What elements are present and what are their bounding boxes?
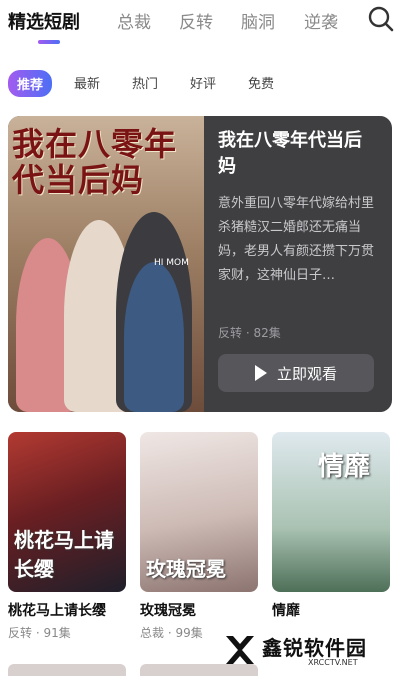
tab-featured[interactable]: 精选短剧 [8,8,80,34]
poster-title-art: 我在八零年代当后妈 [12,125,178,199]
poster-title-art: 情靡 [318,452,371,482]
category-tabs: 精选短剧 总裁 反转 脑洞 逆袭 [0,0,400,52]
filter-latest[interactable]: 最新 [74,73,100,92]
watermark: 鑫锐软件园 XRCCTV.NET [222,630,398,674]
filter-bar: 推荐 最新 热门 好评 免费 [0,70,400,100]
search-icon [368,6,394,32]
watermark-logo-icon [226,636,254,664]
drama-poster[interactable]: 玫瑰冠冕 [140,432,258,592]
drama-tile[interactable]: 玫瑰冠冕 玫瑰冠冕 总裁 · 99集 [140,432,258,641]
filter-recommended[interactable]: 推荐 [8,70,53,97]
drama-poster[interactable]: 桃花马上请长缨 [8,432,126,592]
poster-badge: HI MOM [154,258,189,268]
drama-poster[interactable]: 情靡 [272,432,390,592]
filter-free[interactable]: 免费 [248,73,274,92]
drama-title: 情靡 [272,603,300,619]
featured-title: 我在八零年代当后妈 [218,130,362,177]
featured-poster[interactable]: 我在八零年代当后妈 HI MOM [8,116,204,412]
active-tab-indicator [38,40,60,44]
drama-tile[interactable]: 情靡 情靡 [272,432,390,624]
drama-tile-peek [8,664,126,676]
tab-reversal[interactable]: 反转 [179,8,213,33]
drama-tile[interactable]: 桃花马上请长缨 桃花马上请长缨 反转 · 91集 [8,432,126,641]
watermark-url: XRCCTV.NET [308,658,358,667]
poster-figure [124,262,184,412]
play-icon [254,365,267,381]
tab-brain-hole[interactable]: 脑洞 [241,8,275,33]
featured-meta: 反转 · 82集 [218,326,281,340]
featured-description: 意外重回八零年代嫁给村里杀猪糙汉二婚郎还无痛当妈，老男人有颜还攒下万贯家财，这神… [218,196,375,283]
filter-top-rated[interactable]: 好评 [190,73,216,92]
drama-title: 桃花马上请长缨 [8,603,106,619]
tab-ceo[interactable]: 总裁 [117,8,151,33]
watch-now-button[interactable]: 立即观看 [218,354,374,392]
search-button[interactable] [366,4,396,34]
filter-hot[interactable]: 热门 [132,73,158,92]
featured-drama-card[interactable]: 我在八零年代当后妈 HI MOM 我在八零年代当后妈 意外重回八零年代嫁给村里杀… [8,116,392,412]
poster-title-art: 桃花马上请长缨 [14,528,114,581]
drama-meta: 反转 · 91集 [8,626,71,640]
watermark-name: 鑫锐软件园 [262,636,367,660]
featured-info: 我在八零年代当后妈 意外重回八零年代嫁给村里杀猪糙汉二婚郎还无痛当妈，老男人有颜… [204,116,392,412]
poster-title-art: 玫瑰冠冕 [146,557,226,581]
tab-comeback[interactable]: 逆袭 [304,8,338,33]
watch-now-label: 立即观看 [276,364,337,383]
drama-title: 玫瑰冠冕 [140,603,196,619]
